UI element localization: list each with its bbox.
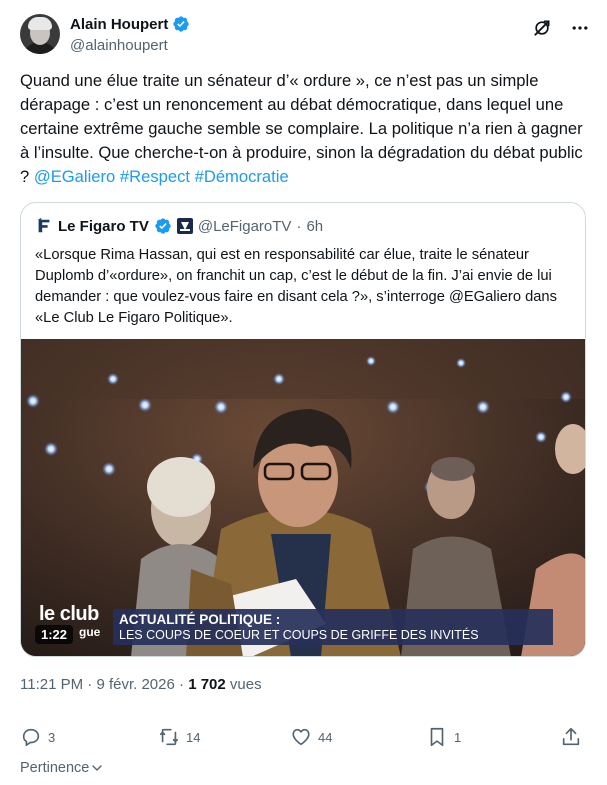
like-count: 44 — [318, 729, 333, 745]
author-avatar[interactable] — [20, 14, 60, 54]
verified-gold-badge-icon — [155, 218, 171, 234]
bookmark-icon — [430, 727, 444, 747]
quote-author-name[interactable]: Le Figaro TV — [58, 218, 149, 235]
reply-icon — [22, 728, 40, 747]
quoted-tweet[interactable]: Le Figaro TV @LeFigaroTV · 6h «Lorsque R… — [20, 202, 586, 657]
quote-author-handle[interactable]: @LeFigaroTV — [198, 218, 292, 235]
quote-header: Le Figaro TV @LeFigaroTV · 6h — [35, 217, 323, 235]
verified-badge-icon — [173, 16, 190, 32]
tweet-text: Quand une élue traite un sénateur d’« or… — [20, 69, 588, 189]
tweet-meta: 11:21 PM · 9 févr. 2026 · 1 702 vues — [20, 676, 262, 693]
lower-third-subtitle: LES COUPS DE COEUR ET COUPS DE GRIFFE DE… — [119, 628, 479, 642]
chevron-down-icon — [92, 765, 103, 771]
share-icon — [562, 727, 580, 746]
share-button[interactable] — [560, 726, 582, 748]
quote-separator: · — [296, 217, 302, 235]
quote-timestamp[interactable]: 6h — [306, 218, 323, 235]
reply-button[interactable]: 3 — [20, 726, 55, 748]
sort-replies-dropdown[interactable]: Pertinence — [20, 760, 103, 776]
affiliate-badge-icon — [176, 218, 193, 234]
video-duration-badge: 1:22 — [35, 625, 74, 644]
more-options-icon[interactable] — [570, 18, 590, 38]
video-player[interactable]: ACTUALITÉ POLITIQUE : LES COUPS DE COEUR… — [21, 339, 585, 656]
reply-count: 3 — [48, 729, 56, 745]
like-button[interactable]: 44 — [290, 726, 332, 748]
grok-icon[interactable] — [532, 18, 552, 38]
author-name[interactable]: Alain Houpert — [70, 16, 168, 33]
author-handle[interactable]: @alainhoupert — [70, 37, 168, 54]
bookmark-button[interactable]: 1 — [426, 726, 461, 748]
meta-separator-2: · — [179, 676, 185, 693]
hashtag-link-democratie[interactable]: #Démocratie — [195, 167, 289, 186]
repost-count: 14 — [186, 729, 201, 745]
tweet-header: Alain Houpert @alainhoupert — [20, 14, 590, 62]
video-lower-third: ACTUALITÉ POLITIQUE : LES COUPS DE COEUR… — [113, 609, 553, 645]
post-time[interactable]: 11:21 PM — [20, 676, 83, 693]
le-club-logo-sub: gue — [79, 625, 101, 639]
views-count: 1 702 — [188, 676, 226, 693]
quote-text: «Lorsque Rima Hassan, qui est en respons… — [35, 247, 557, 326]
le-figaro-tv-logo-icon — [35, 217, 53, 235]
tweet-actions: 3 14 44 1 — [20, 726, 586, 748]
lower-third-title: ACTUALITÉ POLITIQUE : — [119, 612, 281, 627]
hashtag-link-respect[interactable]: #Respect — [120, 167, 190, 186]
heart-icon — [292, 728, 310, 746]
author-name-row: Alain Houpert — [70, 15, 190, 33]
bookmark-count: 1 — [454, 729, 462, 745]
le-club-logo: le club — [39, 603, 99, 625]
repost-icon — [159, 728, 179, 746]
sort-label: Pertinence — [20, 760, 90, 776]
views-label: vues — [229, 676, 262, 693]
repost-button[interactable]: 14 — [158, 726, 200, 748]
mention-link[interactable]: @EGaliero — [34, 167, 115, 186]
meta-separator: · — [87, 676, 93, 693]
post-date[interactable]: 9 févr. 2026 — [96, 676, 174, 693]
